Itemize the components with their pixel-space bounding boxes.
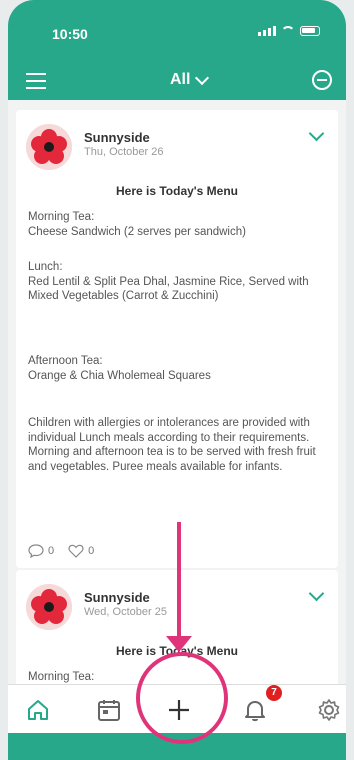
chevron-down-icon[interactable] <box>308 125 325 142</box>
signal-icon <box>258 26 276 36</box>
top-nav: All <box>8 62 346 100</box>
status-icons <box>258 26 320 36</box>
chevron-down-icon <box>195 70 210 86</box>
calendar-icon[interactable] <box>96 697 122 723</box>
like-count: 0 <box>88 545 95 557</box>
post-paragraph: Afternoon Tea: Orange & Chia Wholemeal S… <box>28 355 211 382</box>
avatar[interactable] <box>26 584 72 630</box>
comment-icon <box>28 544 44 558</box>
comment-button[interactable]: 0 <box>28 544 54 558</box>
status-bar: 10:50 <box>8 0 346 62</box>
minus-circle-icon[interactable] <box>312 70 332 90</box>
post-reactions: 0 0 <box>28 544 94 558</box>
notification-badge: 7 <box>266 685 282 701</box>
post-paragraph: Children with allergies or intolerances … <box>28 417 316 473</box>
post-paragraph: Morning Tea: Cheese Sandwich (2 serves p… <box>28 211 246 238</box>
avatar[interactable] <box>26 124 72 170</box>
post-author[interactable]: Sunnyside <box>84 130 150 145</box>
comment-count: 0 <box>48 545 55 557</box>
wifi-icon <box>281 26 295 36</box>
post-author[interactable]: Sunnyside <box>84 590 150 605</box>
gear-icon[interactable] <box>316 697 342 723</box>
annotation-highlight-circle <box>136 652 228 744</box>
feed-filter-dropdown[interactable]: All <box>170 70 210 89</box>
post-date: Wed, October 25 <box>84 606 167 618</box>
annotation-arrow <box>177 522 181 644</box>
post-title: Here is Today's Menu <box>116 184 238 198</box>
annotation-arrow-head <box>166 636 192 652</box>
post-paragraph: Lunch: Red Lentil & Split Pea Dhal, Jasm… <box>28 261 309 302</box>
feed-filter-label: All <box>170 71 191 88</box>
heart-icon <box>68 544 84 558</box>
bell-icon[interactable] <box>242 697 268 723</box>
battery-icon <box>300 26 320 36</box>
post-date: Thu, October 26 <box>84 146 164 158</box>
hamburger-menu-icon[interactable] <box>26 73 46 89</box>
home-icon[interactable] <box>25 697 51 723</box>
like-button[interactable]: 0 <box>68 544 94 558</box>
post-card[interactable]: Sunnyside Thu, October 26 Here is Today'… <box>16 110 338 568</box>
status-time: 10:50 <box>52 26 88 42</box>
chevron-down-icon[interactable] <box>308 585 325 602</box>
